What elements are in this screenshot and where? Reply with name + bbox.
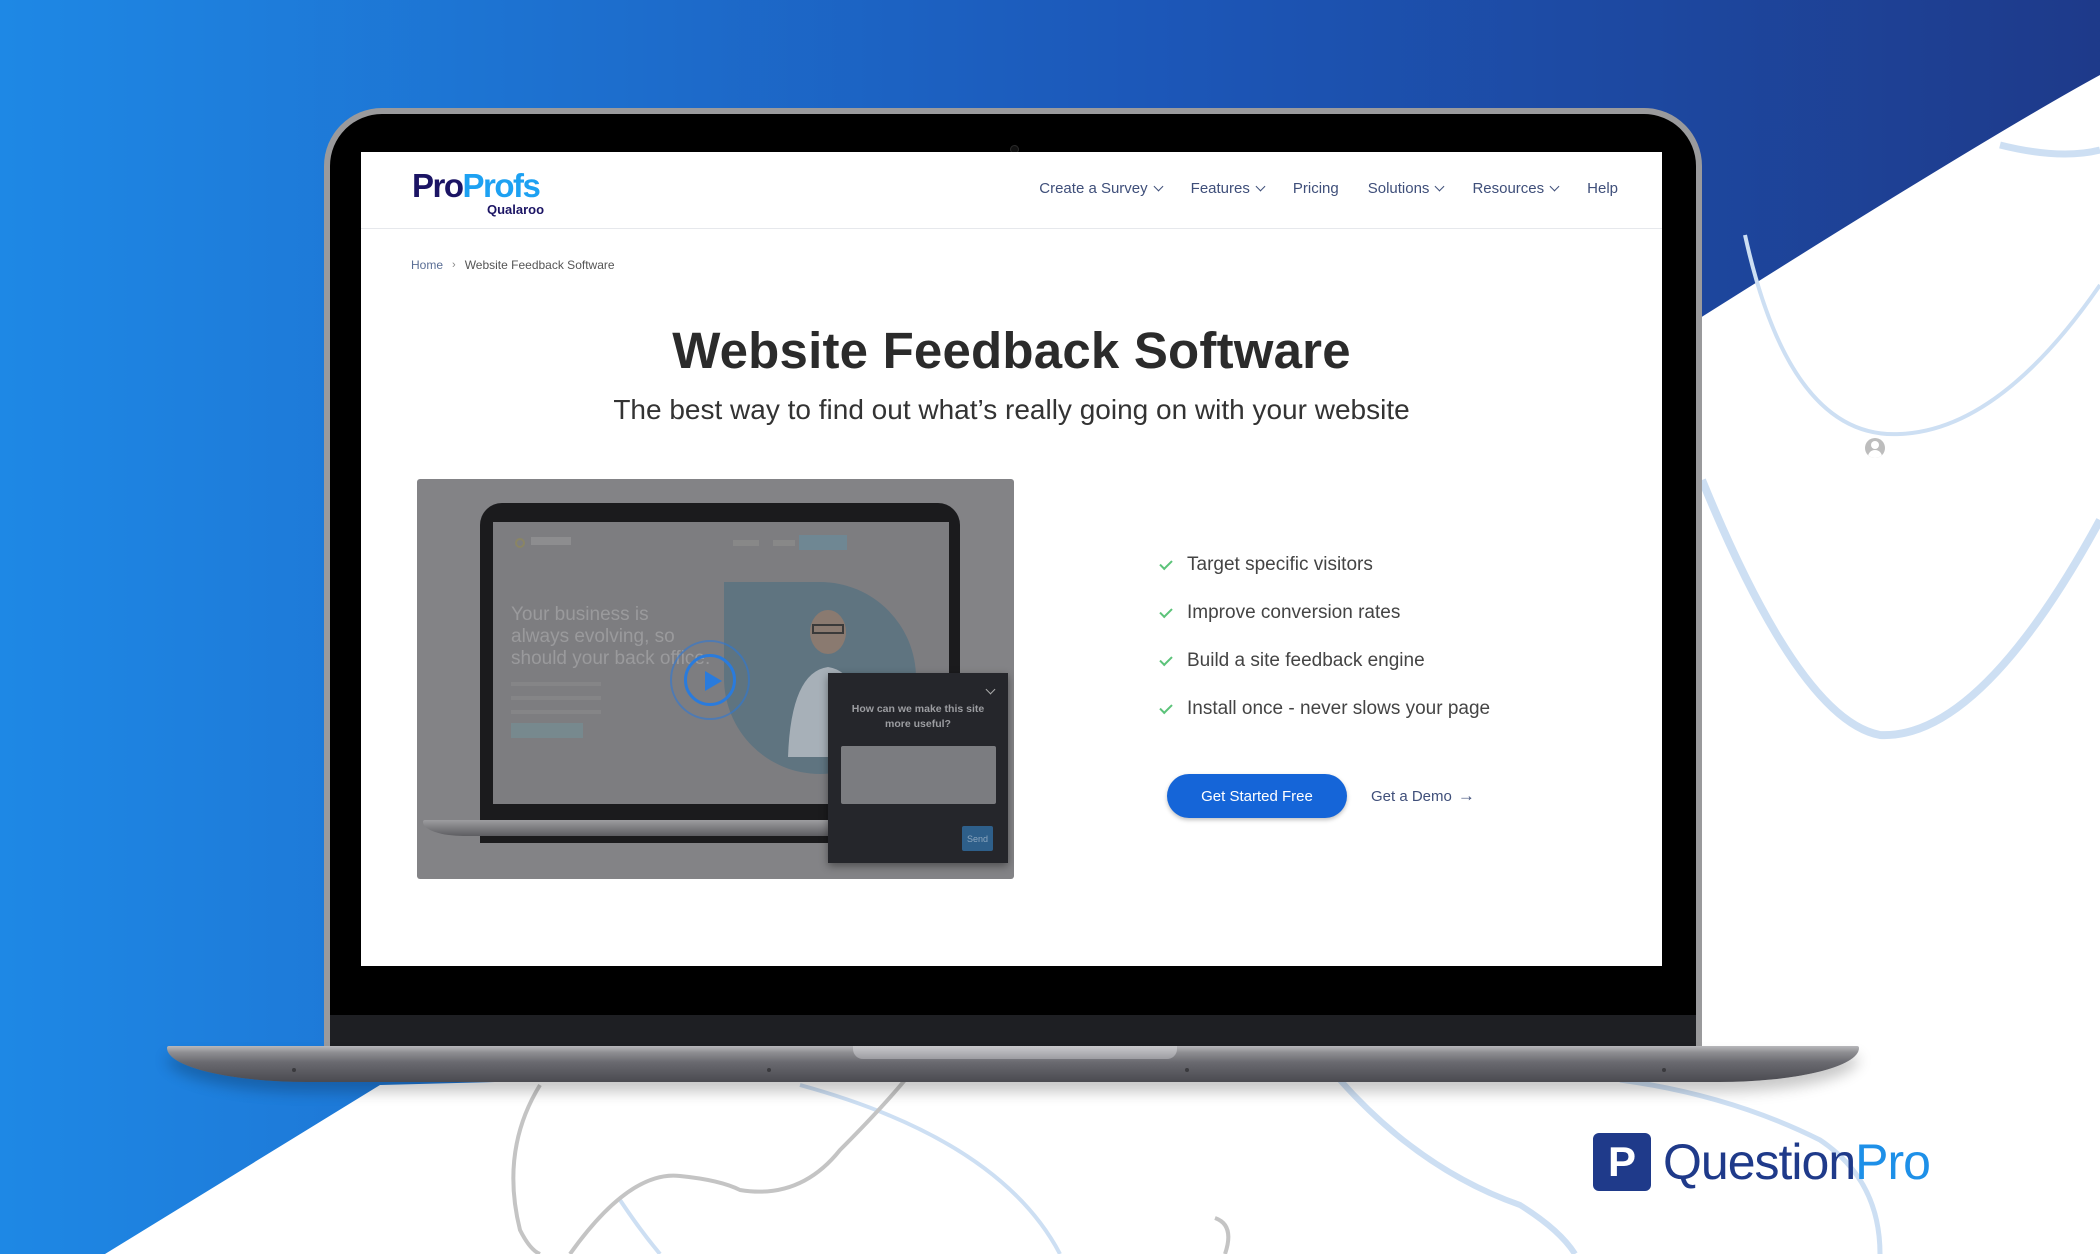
laptop-notch: [853, 1046, 1177, 1059]
arrow-right-icon: →: [1457, 786, 1475, 805]
feedback-input[interactable]: [841, 746, 996, 804]
main-nav: Create a Survey Features Pricing Solutio…: [1010, 180, 1618, 197]
nav-features[interactable]: Features: [1190, 180, 1266, 197]
chevron-down-icon[interactable]: [985, 684, 996, 695]
decor-curve: [1743, 234, 2100, 437]
feature-text: Improve conversion rates: [1187, 602, 1401, 623]
check-icon: [1159, 604, 1173, 619]
chevron-down-icon: [1153, 181, 1164, 191]
play-button[interactable]: [670, 640, 750, 720]
questionpro-name-dark: Question: [1663, 1134, 1856, 1190]
user-avatar-head: [1871, 441, 1879, 449]
decor-curve: [1337, 1078, 1578, 1254]
feature-item: Build a site feedback engine: [1159, 650, 1490, 698]
user-avatar-icon: [1865, 438, 1885, 458]
nav-label: Help: [1587, 180, 1618, 197]
questionpro-logo-icon: P: [1593, 1133, 1651, 1191]
decor-curve: [1214, 1216, 1231, 1254]
decor-curve: [1698, 478, 2100, 740]
breadcrumb-separator: ›: [452, 259, 456, 271]
play-icon: [705, 671, 722, 691]
feature-item: Improve conversion rates: [1159, 602, 1490, 650]
nav-label: Resources: [1472, 180, 1545, 197]
nav-create-survey[interactable]: Create a Survey: [1039, 180, 1164, 197]
feature-text: Install once - never slows your page: [1187, 698, 1491, 719]
proprofs-logo[interactable]: ProProfs Qualaroo: [412, 168, 552, 218]
laptop-foot: [1662, 1068, 1666, 1072]
feature-list: Target specific visitors Improve convers…: [1159, 554, 1491, 746]
nav-label: Features: [1190, 180, 1250, 197]
laptop-foot: [292, 1068, 296, 1072]
video-hero-button: [511, 723, 583, 738]
laptop-foot: [767, 1068, 771, 1072]
nav-help[interactable]: Help: [1587, 180, 1618, 197]
feature-item: Install once - never slows your page: [1159, 698, 1491, 746]
site-header: ProProfs Qualaroo Create a Survey Featur…: [361, 152, 1662, 229]
decor-curve: [568, 1078, 907, 1254]
feedback-question: How can we make this site more useful?: [851, 703, 985, 730]
chevron-down-icon: [1549, 181, 1560, 191]
logo-profs-text: Profs: [462, 167, 541, 204]
nav-solutions[interactable]: Solutions: [1367, 180, 1445, 197]
questionpro-logo: P QuestionPro: [1593, 1133, 1931, 1191]
laptop-screen: ProProfs Qualaroo Create a Survey Featur…: [361, 152, 1662, 966]
get-started-free-button[interactable]: Get Started Free: [1167, 774, 1347, 818]
laptop-foot: [1185, 1068, 1189, 1072]
nav-label: Pricing: [1292, 180, 1339, 197]
get-a-demo-label: Get a Demo: [1371, 787, 1452, 805]
feedback-send-button[interactable]: Send: [962, 826, 993, 851]
video-site-logo-text: [531, 537, 571, 545]
questionpro-mark-letter: P: [1608, 1138, 1637, 1185]
nav-label: Create a Survey: [1039, 180, 1148, 197]
decor-curve: [799, 1083, 1062, 1254]
questionpro-wordmark: QuestionPro: [1663, 1133, 1931, 1191]
check-icon: [1159, 652, 1173, 667]
nav-label: Solutions: [1367, 180, 1430, 197]
feature-text: Build a site feedback engine: [1187, 650, 1425, 671]
video-site-nav: [733, 540, 759, 546]
decor-curve: [618, 1198, 662, 1254]
nav-resources[interactable]: Resources: [1472, 180, 1560, 197]
decor-curve: [511, 1083, 542, 1254]
check-icon: [1159, 700, 1173, 715]
play-icon-ring: [684, 654, 736, 706]
laptop-base: [167, 1046, 1859, 1082]
video-site-cta: [799, 535, 847, 550]
demo-video-thumbnail[interactable]: Your business is always evolving, so sho…: [417, 479, 1014, 879]
logo-wordmark: ProProfs: [412, 167, 541, 204]
chevron-down-icon: [1255, 181, 1266, 191]
breadcrumb-home-link[interactable]: Home: [411, 258, 443, 272]
page-title: Website Feedback Software: [672, 322, 1351, 379]
check-icon: [1159, 556, 1173, 571]
nav-pricing[interactable]: Pricing: [1293, 180, 1339, 197]
questionpro-name-light: Pro: [1855, 1134, 1931, 1190]
get-a-demo-link[interactable]: Get a Demo →: [1371, 786, 1475, 806]
video-site-nav: [773, 540, 795, 546]
user-avatar-body: [1868, 450, 1882, 458]
video-hero-lines: [511, 682, 601, 686]
video-site-logo-icon: [515, 538, 525, 548]
feature-item: Target specific visitors: [1159, 554, 1490, 602]
page-subtitle: The best way to find out what’s really g…: [613, 394, 1410, 425]
decor-curve: [1999, 141, 2100, 158]
breadcrumb: Home › Website Feedback Software: [411, 258, 615, 272]
logo-pro-text: Pro: [412, 167, 464, 204]
chevron-down-icon: [1434, 181, 1445, 191]
feature-text: Target specific visitors: [1187, 554, 1373, 575]
feedback-popup: How can we make this site more useful? S…: [828, 673, 1008, 863]
logo-subtitle: Qualaroo: [487, 202, 545, 217]
breadcrumb-current: Website Feedback Software: [464, 258, 615, 272]
